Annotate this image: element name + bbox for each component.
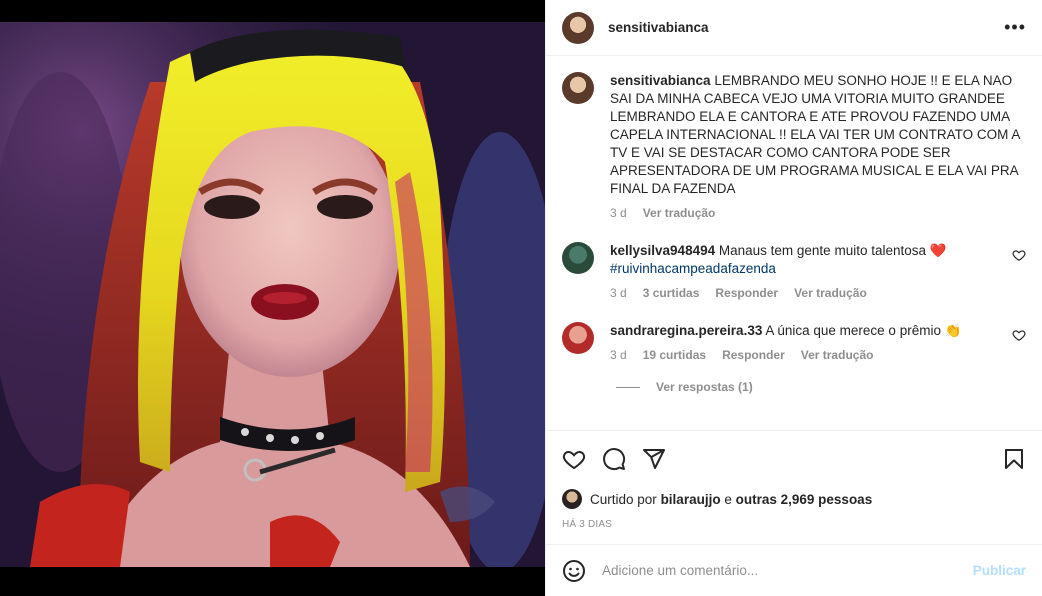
post-photo <box>0 22 545 567</box>
comment-meta: 3 d 3 curtidas Responder Ver tradução <box>610 286 1004 300</box>
action-icons <box>562 439 1026 479</box>
caption-text: LEMBRANDO MEU SONHO HOJE !! E ELA NAO SA… <box>610 73 1020 196</box>
comment-meta: 3 d 19 curtidas Responder Ver tradução <box>610 348 1004 362</box>
comment-avatar[interactable] <box>562 242 594 274</box>
comment-hashtag[interactable]: #ruivinhacampeadafazenda <box>610 261 776 276</box>
caption-avatar[interactable] <box>562 72 594 104</box>
comment-item: kellysilva948494 Manaus tem gente muito … <box>562 242 1026 300</box>
comment-avatar[interactable] <box>562 322 594 354</box>
comment-item: sandraregina.pereira.33 A única que mere… <box>562 322 1026 362</box>
caption-age[interactable]: 3 d <box>610 206 627 220</box>
author-avatar[interactable] <box>562 11 594 44</box>
add-comment-bar: Publicar <box>546 544 1042 596</box>
post-media[interactable] <box>0 0 545 596</box>
liked-by-prefix: Curtido por <box>590 491 657 507</box>
instagram-post: sensitivabianca ••• sensitivabianca LEMB… <box>0 0 1042 596</box>
post-header: sensitivabianca ••• <box>546 0 1042 56</box>
caption-translate-link[interactable]: Ver tradução <box>643 206 716 220</box>
liked-by-user[interactable]: bilaraujjo <box>661 492 721 507</box>
post-actions: Curtido por bilaraujjo e outras 2,969 pe… <box>546 430 1042 544</box>
caption-meta: 3 d Ver tradução <box>610 206 1026 220</box>
comment-translate-link[interactable]: Ver tradução <box>801 348 874 362</box>
emoji-icon[interactable] <box>562 559 586 583</box>
comment-username[interactable]: kellysilva948494 <box>610 243 715 258</box>
caption-username[interactable]: sensitivabianca <box>610 73 711 88</box>
liked-by: Curtido por bilaraujjo e outras 2,969 pe… <box>562 485 1026 513</box>
more-horizontal-icon[interactable]: ••• <box>1004 17 1026 38</box>
comment-like-heart-icon[interactable] <box>1012 328 1026 342</box>
comment-input[interactable] <box>602 563 973 578</box>
author-username[interactable]: sensitivabianca <box>608 20 709 35</box>
comment-reply-button[interactable]: Responder <box>715 286 778 300</box>
view-replies-label: Ver respostas (1) <box>656 380 753 394</box>
comment-text: A única que merece o prêmio 👏 <box>765 323 962 338</box>
liked-by-connector: e <box>724 491 732 507</box>
comment-text: Manaus tem gente muito talentosa ❤️ <box>718 243 947 258</box>
caption: sensitivabianca LEMBRANDO MEU SONHO HOJE… <box>562 72 1026 220</box>
comment-likes[interactable]: 19 curtidas <box>643 348 706 362</box>
publish-button[interactable]: Publicar <box>973 563 1026 578</box>
comment-like-heart-icon[interactable] <box>1012 248 1026 262</box>
replies-divider <box>616 386 640 388</box>
paper-plane-icon[interactable] <box>642 447 666 471</box>
comment-icon[interactable] <box>602 447 626 471</box>
caption-text-block: sensitivabianca LEMBRANDO MEU SONHO HOJE… <box>610 72 1026 198</box>
post-timestamp[interactable]: HÁ 3 DIAS <box>562 519 1026 530</box>
bookmark-icon[interactable] <box>1002 447 1026 471</box>
comment-reply-button[interactable]: Responder <box>722 348 785 362</box>
heart-icon[interactable] <box>562 447 586 471</box>
comment-text-block: sandraregina.pereira.33 A única que mere… <box>610 322 1004 340</box>
comment-username[interactable]: sandraregina.pereira.33 <box>610 323 762 338</box>
liked-by-others[interactable]: outras 2,969 pessoas <box>736 492 873 507</box>
comment-translate-link[interactable]: Ver tradução <box>794 286 867 300</box>
comments-list[interactable]: sensitivabianca LEMBRANDO MEU SONHO HOJE… <box>546 56 1042 430</box>
liker-avatar[interactable] <box>562 489 582 509</box>
post-side-panel: sensitivabianca ••• sensitivabianca LEMB… <box>545 0 1042 596</box>
comment-age[interactable]: 3 d <box>610 348 627 362</box>
comment-text-block: kellysilva948494 Manaus tem gente muito … <box>610 242 1004 278</box>
comment-age[interactable]: 3 d <box>610 286 627 300</box>
view-replies-button[interactable]: Ver respostas (1) <box>616 380 1026 394</box>
comment-likes[interactable]: 3 curtidas <box>643 286 700 300</box>
